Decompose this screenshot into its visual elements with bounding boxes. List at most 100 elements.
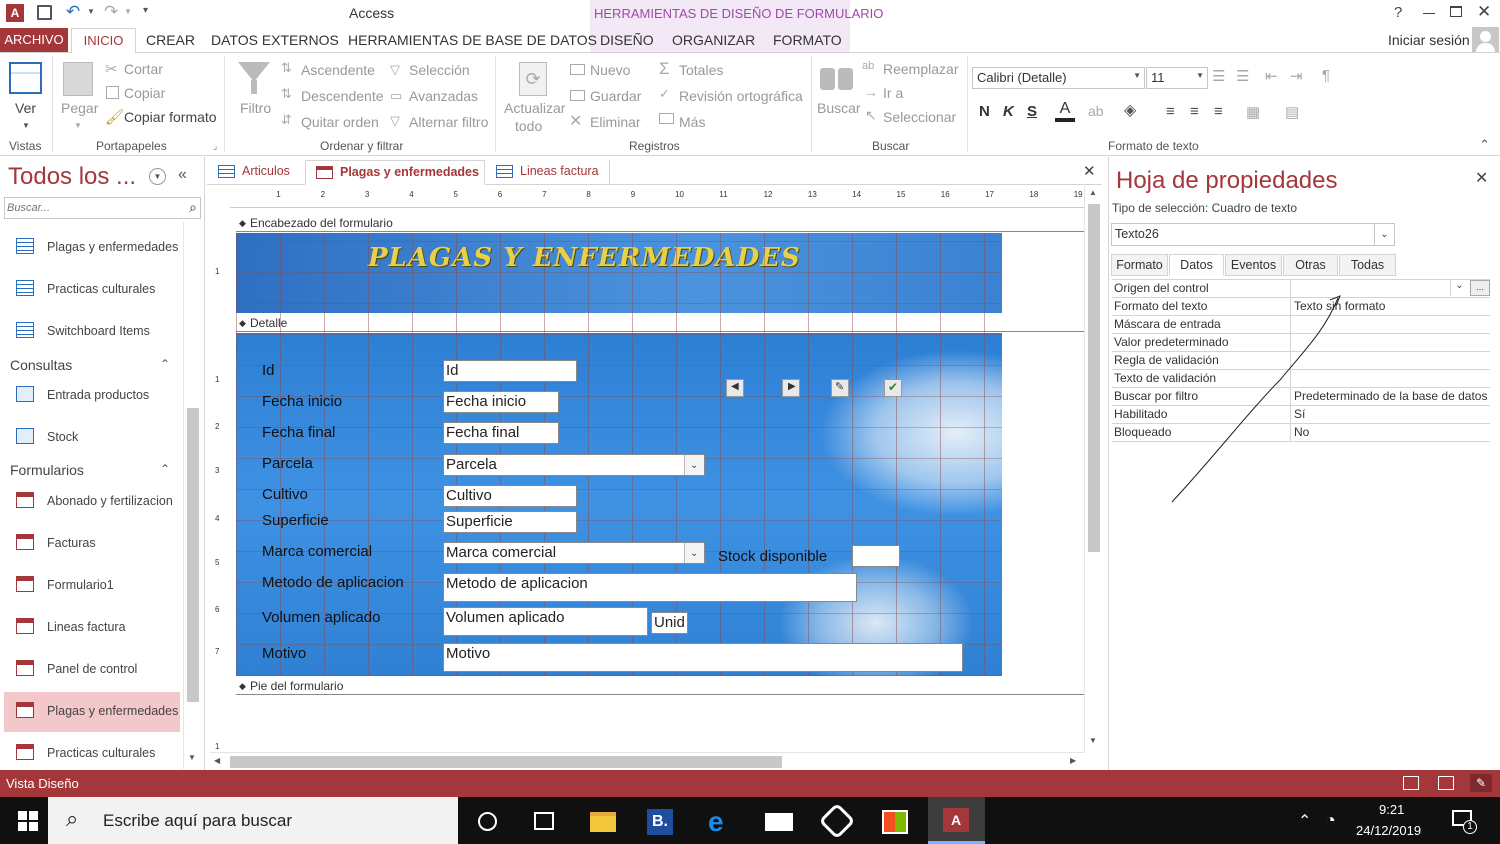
new-record-button[interactable]: Nuevo	[590, 62, 630, 78]
close-document-icon[interactable]: ✕	[1083, 162, 1096, 180]
section-detail-bar[interactable]: ◆ Detalle	[236, 314, 1084, 332]
scroll-up-icon[interactable]: ▲	[1089, 188, 1097, 197]
close-property-sheet-icon[interactable]: ✕	[1475, 168, 1488, 188]
prop-tab-eventos[interactable]: Eventos	[1225, 254, 1282, 276]
scroll-down-icon[interactable]: ▼	[1089, 736, 1097, 745]
save-icon[interactable]	[37, 5, 52, 20]
collapse-ribbon-icon[interactable]: ⌃	[1479, 137, 1490, 153]
align-right-icon[interactable]: ≡	[1214, 103, 1223, 120]
replace-icon[interactable]: ab	[862, 60, 874, 72]
clock-time[interactable]: 9:21	[1379, 802, 1404, 817]
combobox-marca-comercial[interactable]: Marca comercial ⌄	[443, 542, 705, 564]
clear-sort-icon[interactable]: ⇵	[281, 112, 292, 128]
font-name-select[interactable]: Calibri (Detalle) ▼	[972, 67, 1145, 89]
label-fecha-inicio[interactable]: Fecha inicio	[262, 393, 342, 410]
edit-record-button[interactable]: ✎	[831, 379, 849, 397]
label-fecha-final[interactable]: Fecha final	[262, 424, 335, 441]
view-button[interactable]: Ver	[15, 100, 36, 116]
nav-item-query[interactable]: Stock	[4, 418, 180, 458]
design-vscrollbar[interactable]: ▲ ▼	[1084, 186, 1102, 753]
undo-dropdown-icon[interactable]: ▼	[87, 7, 95, 16]
nav-category-formularios[interactable]: Formularios	[10, 462, 84, 478]
mail-icon[interactable]	[765, 813, 793, 831]
prop-tab-datos-active[interactable]: Datos	[1169, 254, 1224, 276]
find-button[interactable]: Buscar	[817, 100, 861, 116]
copy-button[interactable]: Copiar	[124, 85, 165, 101]
prop-tab-formato[interactable]: Formato	[1111, 254, 1168, 276]
cortana-circle-icon[interactable]	[478, 812, 497, 831]
prev-record-button[interactable]: ◀	[726, 379, 744, 397]
save-record-icon[interactable]	[570, 90, 585, 101]
tab-formato[interactable]: FORMATO	[773, 30, 842, 52]
new-record-icon[interactable]	[570, 64, 585, 75]
format-painter-button[interactable]: Copiar formato	[124, 109, 217, 125]
totals-button[interactable]: Totales	[679, 62, 723, 78]
cut-button[interactable]: Cortar	[124, 61, 163, 77]
nav-search-box[interactable]: ⌕	[4, 197, 201, 219]
indent-decrease-icon[interactable]: ⇤	[1265, 67, 1278, 85]
nav-collapse-icon[interactable]: «	[178, 166, 187, 184]
collapse-category-icon[interactable]: ⌃	[160, 357, 170, 371]
alt-row-color-icon[interactable]: ▤	[1285, 103, 1299, 121]
redo-icon[interactable]: ↷	[104, 2, 118, 22]
paste-dropdown-icon[interactable]: ▼	[74, 121, 82, 130]
format-painter-icon[interactable]: 🖌	[105, 108, 124, 126]
scroll-right-icon[interactable]: ▶	[1070, 756, 1076, 765]
design-hscrollbar[interactable]: ◀ ▶	[210, 752, 1084, 770]
nav-item-table[interactable]: Plagas y enfermedades	[4, 228, 180, 268]
replace-button[interactable]: Reemplazar	[883, 61, 958, 77]
filter-icon[interactable]	[238, 62, 270, 82]
form-view-icon[interactable]	[1403, 776, 1419, 790]
textbox-metodo-aplicacion[interactable]: Metodo de aplicacion	[443, 573, 857, 602]
label-id[interactable]: Id	[262, 362, 275, 379]
goto-button[interactable]: Ir a	[883, 85, 903, 101]
nav-scrollbar[interactable]: ▼	[183, 222, 201, 769]
section-footer-bar[interactable]: ◆ Pie del formulario	[236, 677, 1084, 695]
label-metodo-aplicacion[interactable]: Metodo de aplicacion	[262, 574, 404, 591]
minimize-icon[interactable]	[1423, 13, 1435, 14]
close-window-icon[interactable]: ✕	[1477, 2, 1491, 22]
nav-item-form[interactable]: Panel de control	[4, 650, 180, 690]
sort-asc-icon[interactable]: ⇅	[281, 60, 292, 76]
more-icon[interactable]	[659, 113, 674, 124]
delete-record-icon[interactable]: ✕	[569, 111, 582, 131]
toggle-filter-button[interactable]: Alternar filtro	[409, 114, 488, 130]
wifi-icon[interactable]: ◔	[1325, 810, 1336, 831]
label-unid[interactable]: Unid	[651, 612, 688, 634]
textbox-id[interactable]: Id	[443, 360, 577, 382]
refresh-all-icon[interactable]: ⟳	[519, 62, 547, 96]
sort-ascending-button[interactable]: Ascendente	[301, 62, 375, 78]
clock-date[interactable]: 24/12/2019	[1356, 823, 1421, 838]
nav-scroll-thumb[interactable]	[187, 408, 199, 702]
sort-descending-button[interactable]: Descendente	[301, 88, 384, 104]
clipboard-launcher-icon[interactable]: ⌟	[213, 141, 217, 152]
task-view-icon[interactable]	[534, 812, 554, 830]
bullets-icon[interactable]: ☰	[1212, 67, 1225, 85]
selection-filter-icon[interactable]: ▽	[390, 62, 400, 78]
combobox-parcela[interactable]: Parcela ⌄	[443, 454, 705, 476]
advanced-filter-button[interactable]: Avanzadas	[409, 88, 478, 104]
textbox-fecha-inicio[interactable]: Fecha inicio	[443, 391, 559, 413]
taskbar-search-box[interactable]: ⌕ Escribe aquí para buscar	[48, 797, 458, 844]
textbox-fecha-final[interactable]: Fecha final	[443, 422, 559, 444]
taskbar-access-active[interactable]: A	[928, 797, 985, 844]
align-left-icon[interactable]: ≡	[1166, 103, 1175, 120]
chevron-down-icon[interactable]: ⌄	[684, 543, 704, 563]
more-button[interactable]: Más	[679, 114, 705, 130]
select-button[interactable]: Seleccionar	[883, 109, 956, 125]
label-cultivo[interactable]: Cultivo	[262, 486, 308, 503]
textbox-superficie[interactable]: Superficie	[443, 511, 577, 533]
spelling-icon[interactable]: ✓	[659, 86, 670, 102]
chevron-down-icon[interactable]: ⌄	[1374, 224, 1394, 245]
sort-desc-icon[interactable]: ⇅	[281, 86, 292, 102]
design-view-icon[interactable]: ✎	[1470, 774, 1492, 792]
tab-inicio[interactable]: INICIO	[71, 28, 136, 53]
store-icon[interactable]	[882, 810, 908, 834]
nav-item-form[interactable]: Facturas	[4, 524, 180, 564]
design-vscroll-thumb[interactable]	[1088, 204, 1100, 552]
avatar[interactable]	[1472, 27, 1499, 53]
chevron-down-icon[interactable]: ⌄	[684, 455, 704, 475]
view-icon[interactable]	[9, 62, 42, 94]
cut-icon[interactable]: ✂	[105, 60, 118, 78]
textbox-motivo[interactable]: Motivo	[443, 643, 963, 672]
